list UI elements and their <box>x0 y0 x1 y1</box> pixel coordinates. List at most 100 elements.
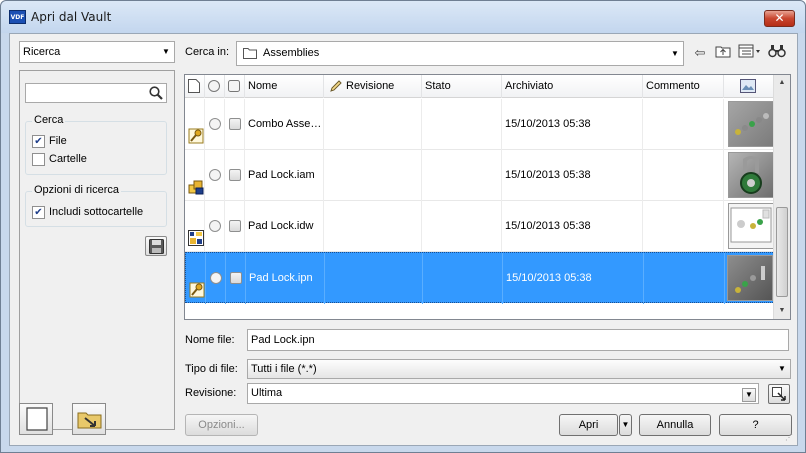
check-cell <box>225 201 245 252</box>
file-thumbnail <box>727 255 773 301</box>
annulla-button[interactable]: Annulla <box>639 414 711 436</box>
cerca-group: Cerca ✔ File Cartelle <box>25 114 167 175</box>
scroll-up-arrow-icon[interactable]: ▲ <box>774 75 790 91</box>
file-row[interactable]: Combo Asse… 15/10/2013 05:38 <box>185 99 775 150</box>
file-state <box>422 99 502 150</box>
check-cell <box>225 99 245 150</box>
opzioni-button[interactable]: Opzioni... <box>185 414 258 436</box>
file-name: Pad Lock.idw <box>245 201 324 252</box>
file-revision <box>324 150 422 201</box>
file-state <box>422 150 502 201</box>
status-radio[interactable] <box>210 272 222 284</box>
chevron-down-icon: ▼ <box>778 364 786 373</box>
close-button[interactable]: ✕ <box>764 10 795 27</box>
revisione-select[interactable]: Ultima ▼ <box>247 383 759 404</box>
scrollbar-thumb[interactable] <box>776 207 788 297</box>
search-panel: Cerca ✔ File Cartelle Opzioni di ricerca… <box>19 70 175 430</box>
file-list[interactable]: Nome Revisione Stato Archiviato Commento <box>184 74 791 320</box>
blank-document-icon <box>25 407 49 434</box>
cartelle-checkbox-label: Cartelle <box>49 153 87 165</box>
file-type-cell <box>185 150 205 201</box>
file-archived: 15/10/2013 05:38 <box>502 201 643 252</box>
status-cell <box>206 253 226 304</box>
dialog-window: VDF Apri dal Vault ✕ Ricerca ▼ Cerca ✔ F… <box>0 0 806 453</box>
column-nome[interactable]: Nome <box>245 75 324 98</box>
includi-sottocartelle-checkbox[interactable]: ✔ <box>32 206 45 219</box>
status-radio[interactable] <box>209 220 221 232</box>
status-radio[interactable] <box>209 118 221 130</box>
presentation-key-icon <box>189 270 205 298</box>
location-select[interactable]: Assemblies ▼ <box>236 41 684 66</box>
status-column-icon[interactable] <box>205 75 225 98</box>
file-thumbnail <box>728 152 774 198</box>
column-commento[interactable]: Commento <box>643 75 724 98</box>
help-button[interactable]: ? <box>719 414 792 436</box>
binoculars-icon[interactable] <box>767 44 787 62</box>
thumbnail-column-icon[interactable] <box>724 75 775 98</box>
apri-button[interactable]: Apri <box>559 414 618 436</box>
file-comment <box>644 253 725 304</box>
status-radio[interactable] <box>209 169 221 181</box>
status-cell <box>205 201 225 252</box>
new-file-button[interactable] <box>19 403 53 435</box>
cerca-group-title: Cerca <box>32 114 66 126</box>
file-type-cell <box>185 99 205 150</box>
revision-picker-button[interactable] <box>768 384 790 404</box>
file-checkbox[interactable]: ✔ <box>32 135 45 148</box>
drawing-icon <box>188 218 204 246</box>
file-name: Combo Asse… <box>245 99 324 150</box>
resize-grip-icon[interactable]: ⋰ <box>785 433 795 443</box>
apri-dropdown-button[interactable]: ▼ <box>619 414 632 436</box>
file-thumbnail <box>728 203 774 249</box>
search-icon[interactable] <box>148 85 164 101</box>
location-value: Assemblies <box>263 47 320 59</box>
file-type-cell <box>185 201 205 252</box>
folder-arrow-icon <box>77 408 103 435</box>
nome-file-input[interactable] <box>247 329 789 351</box>
status-cell <box>205 150 225 201</box>
app-icon: VDF <box>9 10 26 24</box>
save-search-button[interactable] <box>145 236 167 256</box>
chevron-down-icon: ▼ <box>742 388 756 402</box>
document-type-column-icon[interactable] <box>185 75 205 98</box>
open-folder-button[interactable] <box>72 403 106 435</box>
row-checkbox[interactable] <box>229 169 241 181</box>
row-checkbox[interactable] <box>229 220 241 232</box>
opzioni-ricerca-group: Opzioni di ricerca ✔ Includi sottocartel… <box>25 184 167 227</box>
mode-select[interactable]: Ricerca ▼ <box>19 41 175 63</box>
file-list-scrollbar[interactable]: ▲ ▼ <box>773 75 790 319</box>
view-menu-icon[interactable] <box>736 44 764 62</box>
checkbox-column-icon[interactable] <box>225 75 245 98</box>
scroll-down-arrow-icon[interactable]: ▼ <box>774 303 790 319</box>
column-revisione[interactable]: Revisione <box>324 75 422 98</box>
tipo-file-value: Tutti i file (*.*) <box>251 363 317 375</box>
up-folder-icon[interactable] <box>713 44 733 62</box>
file-archived: 15/10/2013 05:38 <box>502 99 643 150</box>
file-row-selected[interactable]: Pad Lock.ipn 15/10/2013 05:38 <box>185 252 775 304</box>
search-input[interactable] <box>25 83 167 103</box>
opzioni-ricerca-title: Opzioni di ricerca <box>32 184 121 196</box>
column-revisione-label: Revisione <box>346 80 395 92</box>
file-row[interactable]: Pad Lock.idw 15/10/2013 05:38 <box>185 201 775 252</box>
title-bar[interactable]: VDF Apri dal Vault ✕ <box>1 1 805 33</box>
row-checkbox[interactable] <box>229 118 241 130</box>
nome-file-label: Nome file: <box>185 334 235 346</box>
file-state <box>422 201 502 252</box>
back-arrow-icon[interactable]: ⇦ <box>690 44 710 62</box>
column-stato[interactable]: Stato <box>422 75 502 98</box>
cartelle-checkbox[interactable] <box>32 153 45 166</box>
row-checkbox[interactable] <box>230 272 242 284</box>
file-type-cell <box>186 253 206 304</box>
column-archiviato[interactable]: Archiviato <box>502 75 643 98</box>
tipo-file-select[interactable]: Tutti i file (*.*) ▼ <box>247 359 791 379</box>
file-row[interactable]: Pad Lock.iam 15/10/2013 05:38 <box>185 150 775 201</box>
folder-icon <box>243 47 257 62</box>
tipo-file-label: Tipo di file: <box>185 363 238 375</box>
floppy-disk-icon <box>149 239 164 257</box>
chevron-down-icon: ▼ <box>671 49 679 58</box>
file-archived: 15/10/2013 05:38 <box>503 253 644 304</box>
chevron-down-icon: ▼ <box>162 47 170 56</box>
pencil-icon <box>329 79 343 98</box>
revision-history-icon <box>772 387 787 405</box>
file-archived: 15/10/2013 05:38 <box>502 150 643 201</box>
